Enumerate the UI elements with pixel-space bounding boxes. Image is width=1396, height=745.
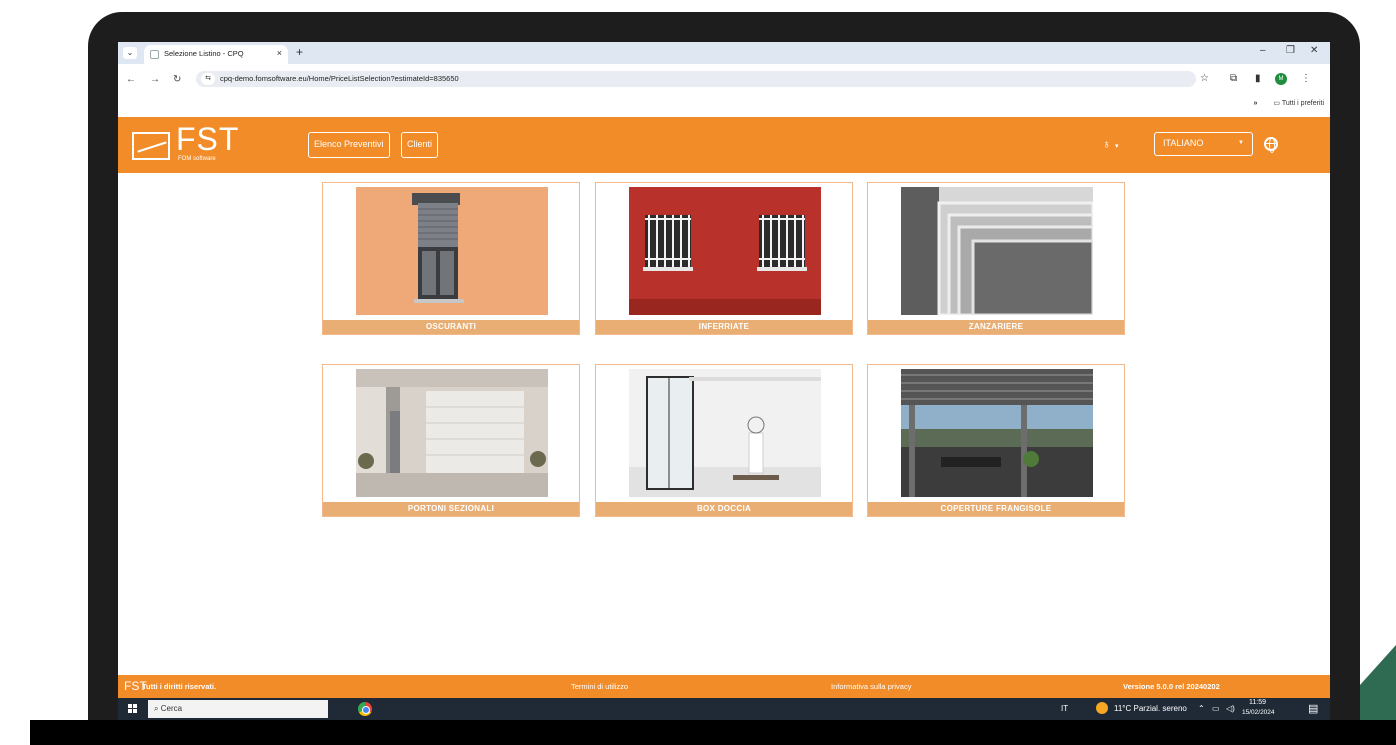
product-image-coperture-frangisole [901, 369, 1093, 497]
windows-start-icon[interactable] [128, 704, 138, 714]
network-icon[interactable]: ▭ [1212, 704, 1220, 713]
extensions-icon[interactable]: ⧉ [1230, 73, 1237, 84]
footer-terms-link[interactable]: Termini di utilizzo [571, 682, 628, 691]
taskbar-weather[interactable]: 11°C Parzial. sereno [1114, 704, 1187, 713]
close-window-button[interactable]: ✕ [1310, 45, 1318, 56]
app-header: FST FOM software Elenco Preventivi Clien… [118, 117, 1330, 173]
logo-text: FST [176, 121, 240, 157]
product-image-inferriate [629, 187, 821, 315]
nav-elenco-preventivi[interactable]: Elenco Preventivi [308, 132, 390, 158]
bookmarks-bar: » ▭ Tutti i preferiti [1254, 99, 1324, 107]
folder-icon: ▭ [1273, 100, 1281, 107]
screen: ⌄ Selezione Listino - CPQ × + – ❐ ✕ ← → … [118, 42, 1330, 720]
product-image-zanzariere [901, 187, 1093, 315]
product-image-portoni-sezionali [356, 369, 548, 497]
product-card-zanzariere[interactable]: ZANZARIERE [867, 182, 1125, 335]
back-icon[interactable]: ← [126, 74, 136, 85]
product-label: COPERTURE FRANGISOLE [868, 502, 1124, 516]
new-tab-button[interactable]: + [296, 45, 303, 59]
browser-tab[interactable]: Selezione Listino - CPQ × [144, 45, 288, 64]
address-bar[interactable]: ⇆ cpq-demo.fomsoftware.eu/Home/PriceList… [196, 71, 1196, 87]
footer-version: Versione 5.0.0 rel 20240202 [1123, 682, 1220, 691]
browser-toolbar: ← → ↻ ⇆ cpq-demo.fomsoftware.eu/Home/Pri… [118, 64, 1330, 96]
favicon-icon [150, 50, 159, 59]
weather-icon[interactable] [1096, 702, 1108, 714]
product-card-inferriate[interactable]: INFERRIATE [595, 182, 853, 335]
windows-taskbar: ⌕ Cerca IT 11°C Parzial. sereno ⌃ ▭ ◁) 1… [118, 698, 1330, 720]
product-image-box-doccia [629, 369, 821, 497]
app-footer: FST Tutti i diritti riservati. Termini d… [118, 675, 1330, 698]
globe-icon[interactable] [1264, 137, 1278, 153]
taskbar-search[interactable]: ⌕ Cerca [148, 700, 328, 718]
product-label: BOX DOCCIA [596, 502, 852, 516]
minimize-button[interactable]: – [1260, 45, 1266, 56]
language-value: ITALIANO [1163, 138, 1204, 148]
stage: ⌄ Selezione Listino - CPQ × + – ❐ ✕ ← → … [0, 0, 1396, 745]
product-card-portoni-sezionali[interactable]: PORTONI SEZIONALI [322, 364, 580, 517]
product-card-coperture-frangisole[interactable]: COPERTURE FRANGISOLE [867, 364, 1125, 517]
chevron-down-icon: ▼ [1238, 140, 1244, 146]
product-image-oscuranti [356, 187, 548, 315]
notifications-icon[interactable]: ▤ [1308, 702, 1318, 715]
forward-icon[interactable]: → [150, 74, 160, 85]
taskbar-search-placeholder: Cerca [160, 704, 183, 713]
site-info-icon[interactable]: ⇆ [201, 73, 215, 85]
tab-close-icon[interactable]: × [277, 48, 282, 58]
user-caret-icon: ▾ [1115, 143, 1119, 150]
product-label: OSCURANTI [323, 320, 579, 334]
url-text: cpq-demo.fomsoftware.eu/Home/PriceListSe… [220, 74, 459, 83]
fst-logo[interactable]: FST FOM software [128, 121, 258, 167]
footer-privacy-link[interactable]: Informativa sulla privacy [831, 682, 911, 691]
maximize-button[interactable]: ❐ [1286, 45, 1295, 56]
volume-icon[interactable]: ◁) [1226, 704, 1235, 713]
language-select[interactable]: ITALIANO ▼ [1154, 132, 1253, 156]
chrome-taskbar-icon[interactable] [358, 702, 372, 716]
logo-subtitle: FOM software [178, 156, 216, 162]
product-card-box-doccia[interactable]: BOX DOCCIA [595, 364, 853, 517]
bookmarks-overflow-icon[interactable]: » [1254, 100, 1258, 107]
nav-clienti[interactable]: Clienti [401, 132, 439, 158]
laptop-bezel-bottom [30, 720, 1396, 745]
search-icon: ⌕ [154, 704, 159, 713]
chrome-menu-icon[interactable]: ⋮ [1301, 73, 1311, 84]
taskbar-time[interactable]: 11:59 [1249, 699, 1266, 706]
tab-title: Selezione Listino - CPQ [164, 49, 244, 58]
user-icon[interactable]: ♁ ▾ [1102, 137, 1119, 151]
logo-mark-icon [132, 132, 170, 160]
tab-search-button[interactable]: ⌄ [123, 47, 137, 59]
side-panel-icon[interactable]: ▮ [1255, 73, 1261, 84]
product-label: PORTONI SEZIONALI [323, 502, 579, 516]
tray-chevron-icon[interactable]: ⌃ [1198, 704, 1205, 713]
profile-avatar[interactable]: M [1275, 73, 1287, 85]
footer-rights: Tutti i diritti riservati. [142, 682, 217, 691]
product-label: ZANZARIERE [868, 320, 1124, 334]
reload-icon[interactable]: ↻ [173, 74, 181, 85]
browser-tabbar: ⌄ Selezione Listino - CPQ × + – ❐ ✕ [118, 42, 1330, 64]
bookmarks-folder[interactable]: Tutti i preferiti [1282, 100, 1324, 107]
bookmark-star-icon[interactable]: ☆ [1200, 73, 1209, 84]
product-card-oscuranti[interactable]: OSCURANTI [322, 182, 580, 335]
taskbar-language[interactable]: IT [1061, 704, 1068, 713]
taskbar-date[interactable]: 15/02/2024 [1242, 709, 1275, 716]
product-label: INFERRIATE [596, 320, 852, 334]
